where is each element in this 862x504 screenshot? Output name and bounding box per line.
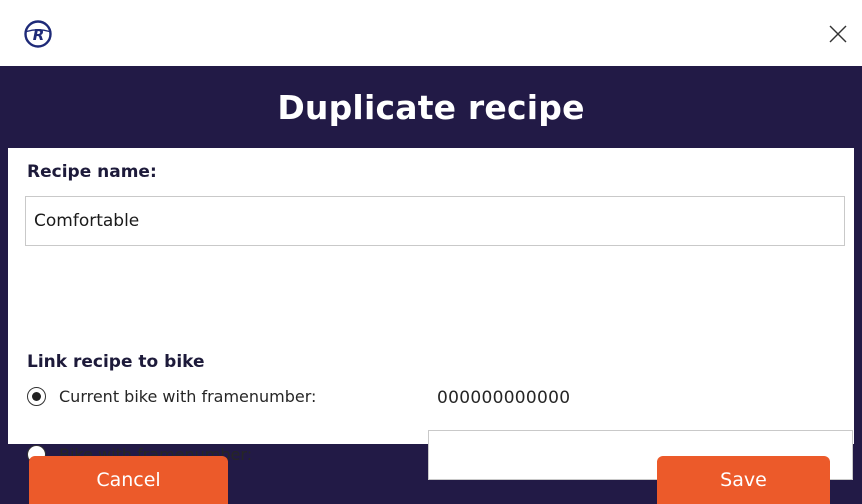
current-frame-number: 000000000000 bbox=[437, 388, 571, 408]
close-icon bbox=[829, 25, 847, 43]
radio-selected-icon[interactable] bbox=[27, 387, 46, 406]
radio-current-bike-label: Current bike with framenumber: bbox=[59, 387, 317, 406]
link-recipe-label: Link recipe to bike bbox=[27, 352, 205, 372]
dialog-frame: Duplicate recipe Recipe name: Link recip… bbox=[0, 66, 862, 504]
close-button[interactable] bbox=[820, 16, 856, 52]
duplicate-recipe-window: R Duplicate recipe Recipe name: Link rec… bbox=[0, 0, 862, 504]
dialog-content: Recipe name: Link recipe to bike Current… bbox=[8, 148, 854, 480]
r-logo-icon: R bbox=[23, 19, 53, 49]
save-button[interactable]: Save bbox=[657, 456, 830, 504]
recipe-name-label: Recipe name: bbox=[27, 162, 157, 182]
dialog-title: Duplicate recipe bbox=[277, 87, 585, 127]
recipe-name-input[interactable] bbox=[25, 196, 845, 246]
cancel-button[interactable]: Cancel bbox=[29, 456, 228, 504]
svg-text:R: R bbox=[33, 26, 45, 44]
radio-current-bike[interactable]: Current bike with framenumber: bbox=[27, 387, 316, 406]
titlebar: R bbox=[0, 0, 862, 66]
